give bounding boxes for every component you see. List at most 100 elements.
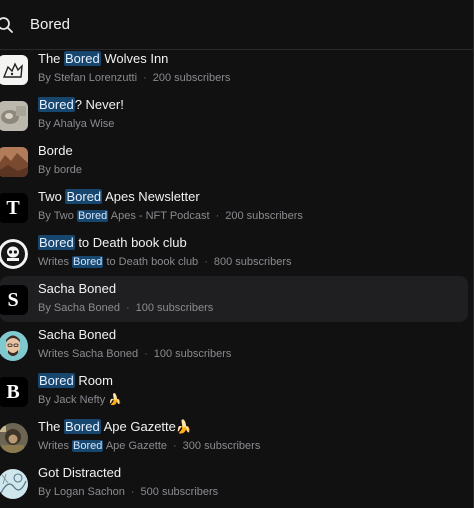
- text-segment: By Stefan Lorenzutti: [38, 72, 138, 84]
- subscriber-count: 200 subscribers: [152, 72, 231, 84]
- result-title: Bored? Never!: [38, 96, 466, 114]
- separator-dot: ·: [130, 486, 135, 498]
- result-text: Two Bored Apes Newsletter By Two Bored Ap…: [38, 188, 466, 224]
- result-title: Bored Room: [38, 372, 466, 390]
- subscriber-count: 500 subscribers: [140, 486, 219, 498]
- match-highlight: Bored: [64, 419, 101, 434]
- match-highlight: Bored: [72, 256, 104, 268]
- text-segment: By Ahalya Wise: [38, 118, 115, 130]
- match-highlight: Bored: [38, 235, 75, 250]
- result-row[interactable]: S Sacha Boned By Sacha Boned · 100 subscribe…: [0, 276, 468, 322]
- text-segment: By Jack Nefty 🍌: [38, 394, 122, 406]
- publication-thumbnail: [0, 469, 28, 499]
- match-highlight: Bored: [65, 189, 103, 204]
- text-segment: Borde: [38, 143, 73, 158]
- result-text: Sacha Boned By Sacha Boned · 100 subscriber…: [38, 280, 460, 316]
- separator-dot: ·: [143, 72, 147, 84]
- text-segment: Sacha Boned: [38, 281, 117, 296]
- result-subtitle: Writes Sacha Boned · 100 subscribers: [38, 346, 466, 362]
- separator-dot: ·: [125, 302, 130, 314]
- publication-thumbnail: [0, 147, 28, 177]
- search-bar: [0, 0, 474, 50]
- result-title: Got Distracted: [38, 464, 466, 482]
- result-text: Got Distracted By Logan Sachon · 500 subscr…: [38, 464, 466, 500]
- publication-logo: T: [0, 193, 28, 223]
- result-subtitle: By Stefan Lorenzutti · 200 subscribers: [38, 70, 466, 86]
- result-row[interactable]: Bored to Death book club Writes Bored to …: [0, 230, 474, 276]
- publication-thumbnail: [0, 101, 28, 131]
- text-segment: Wolves Inn: [100, 51, 169, 66]
- match-highlight: Bored: [76, 210, 109, 222]
- result-row[interactable]: T Two Bored Apes Newsletter By Two Bored A…: [0, 184, 474, 230]
- publication-logo: B: [0, 377, 28, 407]
- publication-thumbnail: [0, 55, 28, 85]
- result-text: Bored to Death book club Writes Bored to …: [38, 234, 466, 270]
- publication-thumbnail: [0, 239, 28, 269]
- match-highlight: Bored: [64, 51, 101, 66]
- result-subtitle: Writes Bored to Death book club · 800 subs…: [38, 254, 466, 270]
- text-segment: By Logan Sachon: [38, 486, 125, 498]
- text-segment: Ape Gazette🍌: [100, 419, 193, 434]
- text-segment: Writes: [38, 440, 73, 452]
- avatar: [0, 331, 28, 361]
- result-title: Sacha Boned: [38, 326, 466, 344]
- text-segment: Got Distracted: [38, 465, 122, 480]
- publication-thumbnail: [0, 423, 28, 453]
- result-text: The Bored Wolves Inn By Stefan Lorenzutti…: [38, 50, 466, 86]
- separator-dot: ·: [144, 348, 148, 360]
- result-title: Sacha Boned: [38, 280, 460, 298]
- text-segment: By Two: [38, 210, 77, 222]
- result-subtitle: By Jack Nefty 🍌: [38, 392, 466, 408]
- result-subtitle: By borde: [38, 162, 466, 178]
- result-title: Two Bored Apes Newsletter: [38, 188, 466, 206]
- text-segment: Two: [38, 189, 66, 204]
- text-segment: The: [38, 51, 65, 66]
- search-panel: The Bored Wolves Inn By Stefan Lorenzutti…: [0, 0, 474, 508]
- text-segment: Apes - NFT Podcast: [108, 210, 210, 222]
- text-segment: Writes: [38, 256, 73, 268]
- result-text: Borde By borde: [38, 142, 466, 178]
- result-title: Borde: [38, 142, 466, 160]
- text-segment: The: [38, 419, 65, 434]
- subscriber-count: 100 subscribers: [135, 302, 214, 314]
- result-row[interactable]: Sacha Boned Writes Sacha Boned · 100 subscr…: [0, 322, 474, 368]
- result-subtitle: By Ahalya Wise: [38, 116, 466, 132]
- subscriber-count: 100 subscribers: [153, 348, 232, 360]
- result-subtitle: Writes Bored Ape Gazette · 300 subscribers: [38, 438, 466, 454]
- result-title: Bored to Death book club: [38, 234, 466, 252]
- result-title: The Bored Ape Gazette🍌: [38, 418, 466, 436]
- logo-letter: T: [6, 196, 20, 219]
- result-row[interactable]: Bored? Never! By Ahalya Wise: [0, 92, 474, 138]
- result-row[interactable]: B Bored Room By Jack Nefty 🍌: [0, 368, 474, 414]
- match-highlight: Bored: [38, 373, 75, 388]
- logo-letter: B: [6, 380, 20, 403]
- separator-dot: ·: [215, 210, 220, 222]
- search-input[interactable]: [28, 15, 452, 34]
- result-row[interactable]: The Bored Ape Gazette🍌 Writes Bored Ape G…: [0, 414, 474, 460]
- results-list: The Bored Wolves Inn By Stefan Lorenzutti…: [0, 46, 474, 506]
- text-segment: ? Never!: [74, 97, 124, 112]
- result-text: The Bored Ape Gazette🍌 Writes Bored Ape G…: [38, 418, 466, 454]
- match-highlight: Bored: [38, 97, 75, 112]
- text-segment: to Death book club: [74, 235, 187, 250]
- result-subtitle: By Two Bored Apes - NFT Podcast · 200 subs…: [38, 208, 466, 224]
- result-text: Bored? Never! By Ahalya Wise: [38, 96, 466, 132]
- result-row[interactable]: The Bored Wolves Inn By Stefan Lorenzutti…: [0, 46, 474, 92]
- match-highlight: Bored: [72, 440, 104, 452]
- result-text: Sacha Boned Writes Sacha Boned · 100 subscr…: [38, 326, 466, 362]
- text-segment: Writes Sacha Boned: [38, 348, 139, 360]
- text-segment: By Sacha Boned: [38, 302, 120, 314]
- result-subtitle: By Sacha Boned · 100 subscribers: [38, 300, 460, 316]
- result-row[interactable]: Borde By borde: [0, 138, 474, 184]
- logo-letter: S: [7, 288, 19, 311]
- text-segment: Ape Gazette: [103, 440, 167, 452]
- result-subtitle: By Logan Sachon · 500 subscribers: [38, 484, 466, 500]
- subscriber-count: 300 subscribers: [182, 440, 261, 452]
- subscriber-count: 800 subscribers: [213, 256, 292, 268]
- result-row[interactable]: Got Distracted By Logan Sachon · 500 subscr…: [0, 460, 474, 506]
- text-segment: Sacha Boned: [38, 327, 117, 342]
- text-segment: Apes Newsletter: [102, 189, 200, 204]
- text-segment: By borde: [38, 164, 83, 176]
- separator-dot: ·: [173, 440, 177, 452]
- text-segment: Room: [74, 373, 113, 388]
